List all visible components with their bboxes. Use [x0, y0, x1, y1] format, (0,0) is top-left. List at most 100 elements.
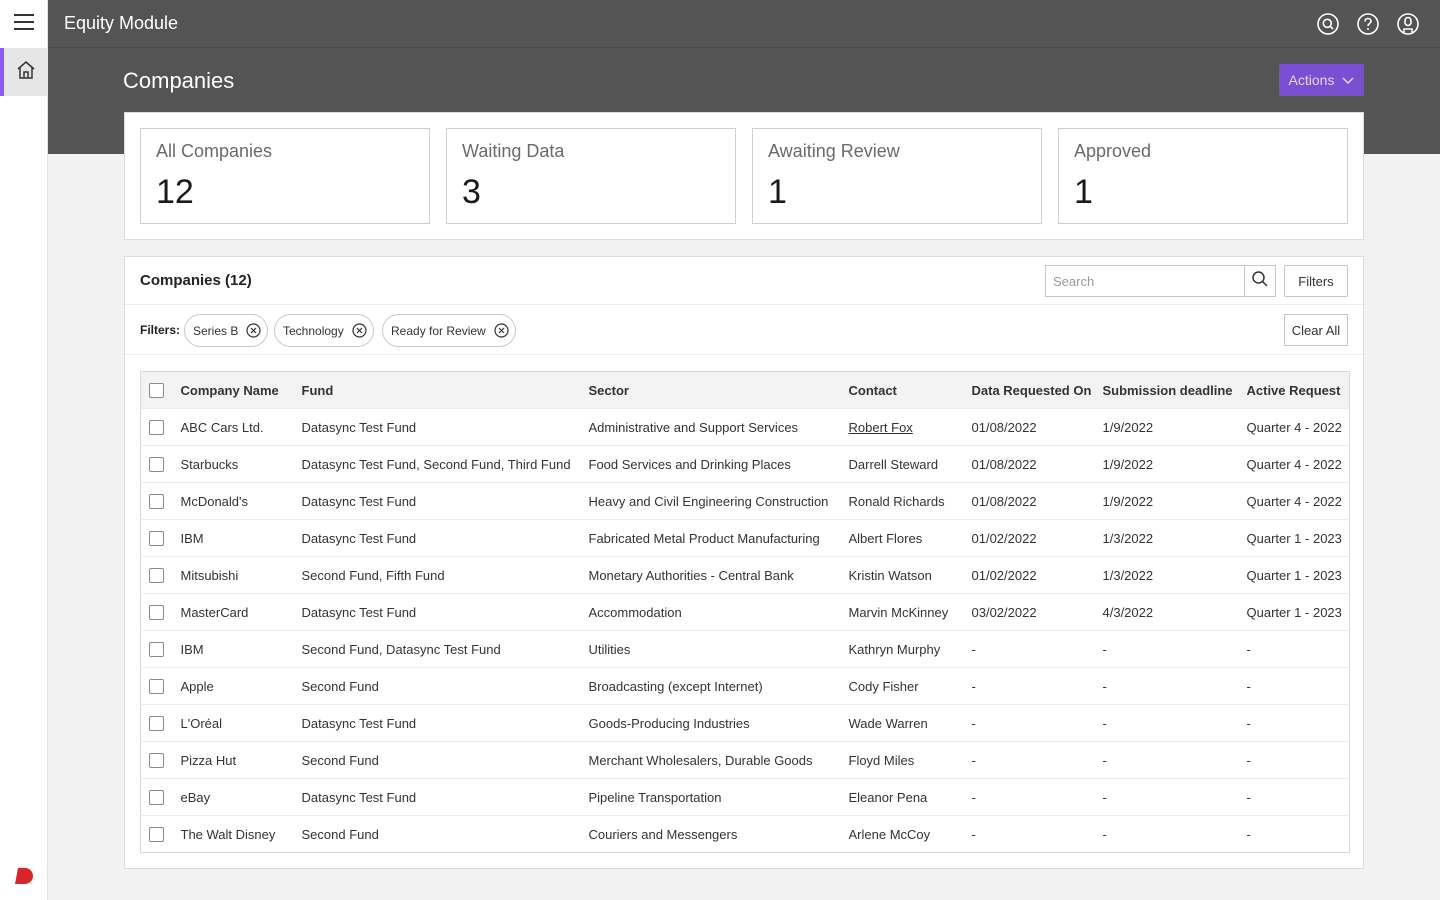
submission-deadline-cell: 1/9/2022 [1102, 482, 1247, 520]
companies-panel: Companies (12) Filters Filters: Series B… [124, 256, 1364, 869]
stat-card-awaiting-review[interactable]: Awaiting Review 1 [752, 128, 1042, 224]
table-row[interactable]: Mitsubishi Second Fund, Fifth Fund Monetar… [140, 556, 1350, 594]
fund-cell: Datasync Test Fund [301, 704, 589, 742]
company-name-cell: ABC Cars Ltd. [180, 408, 302, 446]
row-select-cell [140, 556, 181, 594]
contact-link[interactable]: Robert Fox [849, 420, 913, 435]
submission-deadline-cell: 1/3/2022 [1102, 519, 1247, 557]
stat-card-approved[interactable]: Approved 1 [1058, 128, 1348, 224]
submission-deadline-cell: - [1102, 741, 1247, 779]
data-requested-cell: - [971, 704, 1103, 742]
submission-deadline-cell: 1/3/2022 [1102, 556, 1247, 594]
table-row[interactable]: The Walt Disney Second Fund Couriers and M… [140, 815, 1350, 853]
active-request-cell: - [1246, 815, 1350, 853]
help-icon[interactable] [1356, 12, 1380, 36]
contact-cell: Darrell Steward [848, 445, 972, 483]
menu-button[interactable] [0, 0, 48, 48]
data-requested-cell: 01/08/2022 [971, 445, 1103, 483]
row-checkbox[interactable] [149, 531, 164, 547]
hamburger-menu-icon [14, 13, 34, 35]
companies-table: Company Name Fund Sector Contact Data Re… [140, 371, 1350, 853]
data-requested-cell: 01/02/2022 [971, 556, 1103, 594]
row-select-cell [140, 778, 181, 816]
table-row[interactable]: eBay Datasync Test Fund Pipeline Transport… [140, 778, 1350, 816]
row-select-cell [140, 482, 181, 520]
table-row[interactable]: McDonald's Datasync Test Fund Heavy and Ci… [140, 482, 1350, 520]
filter-chip-technology: Technology [274, 314, 374, 347]
select-all-checkbox[interactable] [149, 383, 164, 399]
company-name-cell: Apple [180, 667, 302, 705]
fund-cell: Second Fund, Datasync Test Fund [301, 630, 589, 668]
chip-label: Technology [283, 323, 344, 338]
column-header-contact[interactable]: Contact [849, 372, 972, 409]
row-checkbox[interactable] [149, 827, 164, 843]
table-row[interactable]: IBM Datasync Test Fund Fabricated Metal Pr… [140, 519, 1350, 557]
column-header-data-requested[interactable]: Data Requested On [972, 372, 1103, 409]
table-row[interactable]: Pizza Hut Second Fund Merchant Wholesalers… [140, 741, 1350, 779]
company-name-cell: MasterCard [180, 593, 302, 631]
row-select-cell [140, 593, 181, 631]
clear-all-button[interactable]: Clear All [1284, 314, 1348, 346]
contact-cell: Cody Fisher [848, 667, 972, 705]
close-circle-icon[interactable] [352, 323, 367, 338]
table-row[interactable]: IBM Second Fund, Datasync Test Fund Utilit… [140, 630, 1350, 668]
table-row[interactable]: Apple Second Fund Broadcasting (except Int… [140, 667, 1350, 705]
submission-deadline-cell: - [1102, 704, 1247, 742]
row-checkbox[interactable] [149, 679, 164, 695]
active-request-cell: Quarter 4 - 2022 [1246, 445, 1350, 483]
active-request-cell: Quarter 4 - 2022 [1246, 482, 1350, 520]
fund-cell: Datasync Test Fund, Second Fund, Third F… [301, 445, 589, 483]
nav-home[interactable] [0, 48, 48, 96]
row-checkbox[interactable] [149, 790, 164, 806]
contact-cell: Ronald Richards [848, 482, 972, 520]
search-icon [1251, 270, 1269, 293]
row-checkbox[interactable] [149, 716, 164, 732]
row-select-cell [140, 519, 181, 557]
submission-deadline-cell: - [1102, 815, 1247, 853]
row-checkbox[interactable] [149, 420, 164, 436]
column-header-company[interactable]: Company Name [181, 372, 302, 409]
table-row[interactable]: ABC Cars Ltd. Datasync Test Fund Administr… [140, 408, 1350, 446]
row-select-cell [140, 408, 181, 446]
row-checkbox[interactable] [149, 568, 164, 584]
column-header-fund[interactable]: Fund [302, 372, 589, 409]
column-header-sector[interactable]: Sector [589, 372, 849, 409]
row-checkbox[interactable] [149, 494, 164, 510]
filters-button[interactable]: Filters [1284, 265, 1348, 297]
sector-cell: Accommodation [588, 593, 849, 631]
actions-label: Actions [1288, 72, 1335, 88]
brand-logo [14, 866, 34, 886]
stat-card-all-companies[interactable]: All Companies 12 [140, 128, 430, 224]
company-name-cell: eBay [180, 778, 302, 816]
table-row[interactable]: L'Oréal Datasync Test Fund Goods-Producing… [140, 704, 1350, 742]
stat-card-waiting-data[interactable]: Waiting Data 3 [446, 128, 736, 224]
row-checkbox[interactable] [149, 457, 164, 473]
active-filters-row: Filters: Series B Technology Ready for R… [125, 305, 1363, 355]
close-circle-icon[interactable] [494, 323, 509, 338]
row-checkbox[interactable] [149, 605, 164, 621]
active-request-cell: - [1246, 667, 1350, 705]
fund-cell: Second Fund [301, 741, 589, 779]
contact-cell: Robert Fox [848, 408, 972, 446]
home-icon [16, 60, 36, 85]
search-icon[interactable] [1316, 12, 1340, 36]
search-button[interactable] [1244, 265, 1276, 297]
data-requested-cell: - [971, 630, 1103, 668]
table-row[interactable]: MasterCard Datasync Test Fund Accommodatio… [140, 593, 1350, 631]
actions-button[interactable]: Actions [1279, 64, 1364, 96]
user-icon[interactable] [1396, 12, 1420, 36]
row-checkbox[interactable] [149, 642, 164, 658]
data-requested-cell: - [971, 667, 1103, 705]
table-row[interactable]: Starbucks Datasync Test Fund, Second Fund… [140, 445, 1350, 483]
search-input[interactable] [1045, 265, 1245, 297]
sector-cell: Goods-Producing Industries [588, 704, 849, 742]
row-checkbox[interactable] [149, 753, 164, 769]
filter-chip-series-b: Series B [184, 314, 269, 347]
sector-cell: Broadcasting (except Internet) [588, 667, 849, 705]
active-request-cell: Quarter 1 - 2023 [1246, 593, 1350, 631]
submission-deadline-cell: 4/3/2022 [1102, 593, 1247, 631]
column-header-active-request[interactable]: Active Request [1247, 372, 1350, 409]
column-header-submission-deadline[interactable]: Submission deadline [1103, 372, 1247, 409]
close-circle-icon[interactable] [246, 323, 261, 338]
fund-cell: Datasync Test Fund [301, 778, 589, 816]
